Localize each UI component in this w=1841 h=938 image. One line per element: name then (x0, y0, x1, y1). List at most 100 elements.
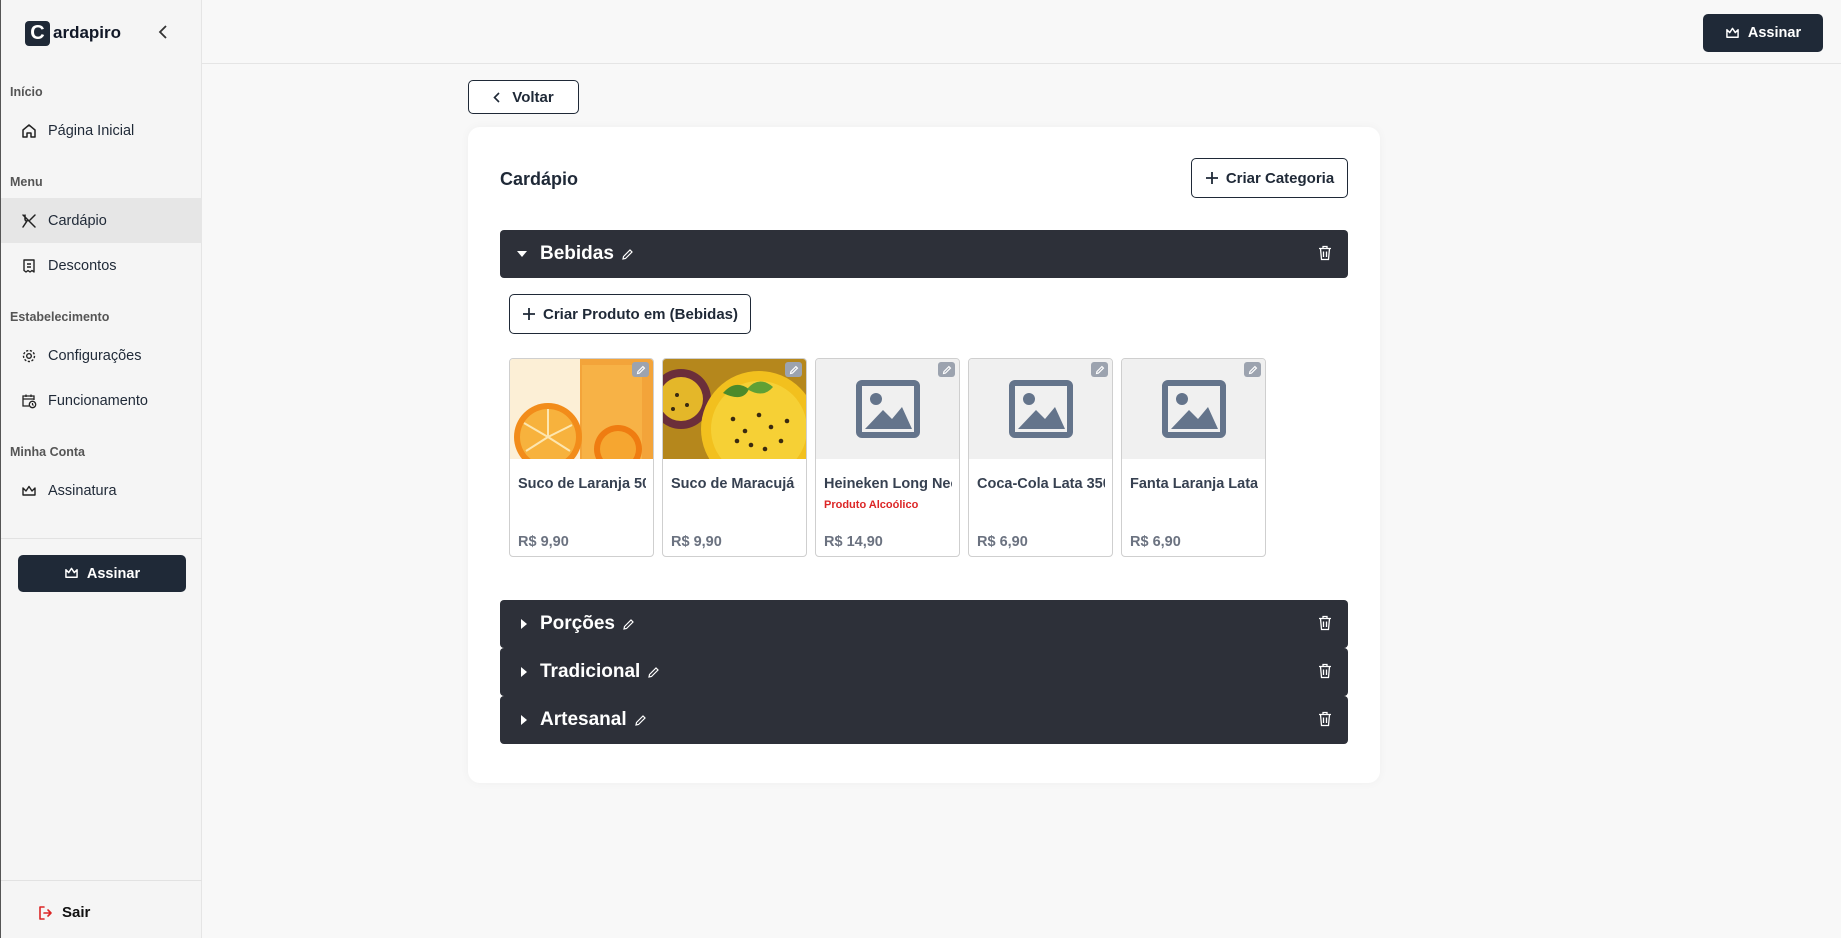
create-category-label: Criar Categoria (1225, 169, 1335, 187)
pencil-icon[interactable] (634, 714, 647, 727)
brand-name: ardapiro (53, 23, 122, 42)
pencil-icon[interactable] (647, 666, 660, 679)
sidebar-item-assinatura[interactable]: Assinatura (1, 468, 202, 513)
category-name: Bebidas (540, 243, 614, 264)
product-price: R$ 6,90 (977, 534, 1028, 550)
sidebar-item-configuracoes[interactable]: Configurações (1, 333, 202, 378)
sidebar-item-pagina-inicial[interactable]: Página Inicial (1, 108, 202, 153)
chevron-left-icon (493, 91, 500, 103)
product-name: Heineken Long Neck (824, 476, 952, 492)
image-placeholder-icon (816, 359, 959, 459)
category-header-tradicional[interactable]: Tradicional (500, 648, 1348, 696)
logout-button[interactable]: Sair (37, 904, 90, 921)
calendar-clock-icon (21, 393, 37, 409)
product-price: R$ 9,90 (518, 534, 569, 550)
edit-product-button[interactable] (1244, 362, 1261, 377)
header-subscribe-button[interactable]: Assinar (1703, 14, 1823, 52)
sidebar-item-funcionamento[interactable]: Funcionamento (1, 378, 202, 423)
sidebar-item-label: Configurações (48, 347, 142, 364)
sidebar-item-descontos[interactable]: Descontos (1, 243, 202, 288)
crown-icon (65, 567, 78, 578)
menu-card: Cardápio Criar Categoria Bebidas Criar P… (468, 127, 1380, 783)
product-price: R$ 9,90 (671, 534, 722, 550)
product-price: R$ 14,90 (824, 534, 883, 550)
trash-icon[interactable] (1318, 711, 1332, 727)
logout-label: Sair (62, 904, 91, 921)
sidebar-subscribe-button[interactable]: Assinar (18, 555, 186, 592)
section-label-inicio: Início (10, 85, 43, 99)
image-placeholder-icon (1122, 359, 1265, 459)
logout-icon (39, 905, 52, 920)
trash-icon[interactable] (1318, 663, 1332, 679)
pencil-icon (636, 365, 645, 374)
caret-down-icon (517, 251, 527, 257)
back-button[interactable]: Voltar (468, 80, 579, 114)
trash-icon[interactable] (1318, 245, 1332, 261)
edit-product-button[interactable] (785, 362, 802, 377)
product-name: Coca-Cola Lata 350ml (977, 476, 1105, 492)
collapse-sidebar-button[interactable] (153, 22, 173, 42)
category-header-artesanal[interactable]: Artesanal (500, 696, 1348, 744)
product-card[interactable]: Suco de Maracujá 500ml R$ 9,90 (662, 358, 807, 557)
brand-logo[interactable]: C ardapiro (25, 20, 121, 46)
header-subscribe-label: Assinar (1747, 25, 1802, 41)
page-title: Cardápio (500, 169, 579, 189)
utensils-icon (21, 213, 37, 229)
edit-product-button[interactable] (1091, 362, 1108, 377)
sidebar-divider-bottom (1, 880, 202, 881)
back-label: Voltar (512, 88, 554, 106)
ticket-icon (21, 258, 37, 274)
product-card[interactable]: Suco de Laranja 500ml R$ 9,90 (509, 358, 654, 557)
sidebar-item-label: Página Inicial (48, 122, 135, 139)
pencil-icon[interactable] (621, 248, 634, 261)
product-card[interactable]: Heineken Long Neck Produto Alcoólico R$ … (815, 358, 960, 557)
section-label-estabelecimento: Estabelecimento (10, 310, 110, 324)
sidebar-divider (1, 538, 202, 539)
plus-icon (522, 308, 535, 320)
category-header-porcoes[interactable]: Porções (500, 600, 1348, 648)
product-image-passion-fruit-juice (663, 359, 806, 459)
caret-right-icon (521, 667, 527, 677)
sidebar-item-label: Descontos (48, 257, 117, 274)
plus-icon (1205, 172, 1218, 184)
sidebar-item-label: Funcionamento (48, 392, 148, 409)
trash-icon[interactable] (1318, 615, 1332, 631)
pencil-icon (789, 365, 798, 374)
product-price: R$ 6,90 (1130, 534, 1181, 550)
category-name: Porções (540, 613, 615, 634)
image-placeholder-icon (969, 359, 1112, 459)
pencil-icon (1248, 365, 1257, 374)
create-product-button[interactable]: Criar Produto em (Bebidas) (509, 294, 751, 334)
chevron-left-icon (158, 25, 167, 39)
product-name: Fanta Laranja Lata 350ml (1130, 476, 1258, 492)
product-name: Suco de Maracujá 500ml (671, 476, 799, 492)
crown-icon (21, 483, 37, 499)
crown-icon (1726, 27, 1739, 38)
edit-product-button[interactable] (632, 362, 649, 377)
home-icon (21, 123, 37, 139)
gear-icon (21, 348, 37, 364)
alcoholic-badge: Produto Alcoólico (824, 499, 919, 511)
sidebar-item-cardapio[interactable]: Cardápio (1, 198, 202, 243)
section-label-menu: Menu (10, 175, 43, 189)
create-product-label: Criar Produto em (Bebidas) (542, 305, 739, 323)
caret-right-icon (521, 619, 527, 629)
section-label-minha-conta: Minha Conta (10, 445, 85, 459)
product-card[interactable]: Fanta Laranja Lata 350ml R$ 6,90 (1121, 358, 1266, 557)
sidebar-item-label: Cardápio (48, 212, 107, 229)
product-image-orange-juice (510, 359, 653, 459)
sidebar-item-label: Assinatura (48, 482, 117, 499)
product-card[interactable]: Coca-Cola Lata 350ml R$ 6,90 (968, 358, 1113, 557)
category-name: Tradicional (540, 661, 641, 682)
product-name: Suco de Laranja 500ml (518, 476, 646, 492)
pencil-icon (1095, 365, 1104, 374)
caret-right-icon (521, 715, 527, 725)
logo-mark: C (25, 20, 50, 46)
category-header-bebidas[interactable]: Bebidas (500, 230, 1348, 278)
edit-product-button[interactable] (938, 362, 955, 377)
category-name: Artesanal (540, 709, 627, 730)
create-category-button[interactable]: Criar Categoria (1191, 158, 1348, 198)
pencil-icon[interactable] (622, 618, 635, 631)
pencil-icon (942, 365, 951, 374)
sidebar-subscribe-label: Assinar (86, 565, 141, 582)
